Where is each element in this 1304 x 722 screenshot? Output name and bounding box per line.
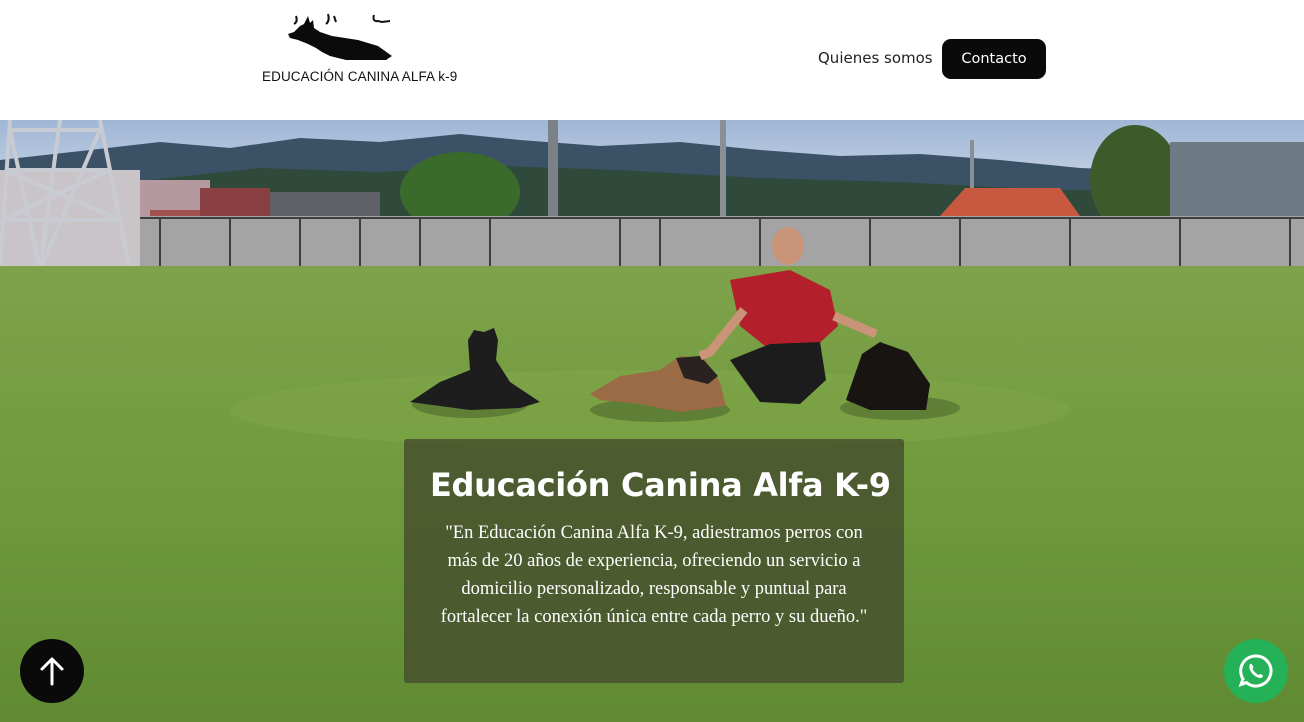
hero-description: "En Educación Canina Alfa K-9, adiestram… bbox=[440, 523, 868, 627]
site-logo[interactable]: EDUCACIÓN CANINA ALFA k-9 bbox=[258, 10, 458, 105]
logo-text: EDUCACIÓN CANINA ALFA k-9 bbox=[262, 69, 458, 84]
logo-signature-mark bbox=[293, 13, 391, 25]
hero-card: Educación Canina Alfa K-9 "En Educación … bbox=[404, 439, 904, 683]
whatsapp-button[interactable] bbox=[1224, 639, 1288, 703]
whatsapp-icon bbox=[1238, 654, 1273, 688]
nav-link-about[interactable]: Quienes somos bbox=[818, 49, 933, 67]
arrow-up-icon bbox=[40, 657, 64, 686]
hero-section: Educación Canina Alfa K-9 "En Educación … bbox=[0, 120, 1304, 722]
site-header: EDUCACIÓN CANINA ALFA k-9 Quienes somos … bbox=[0, 0, 1304, 120]
contact-button[interactable]: Contacto bbox=[942, 39, 1046, 79]
hero-title: Educación Canina Alfa K-9 bbox=[430, 466, 891, 504]
scroll-to-top-button[interactable] bbox=[20, 639, 84, 703]
